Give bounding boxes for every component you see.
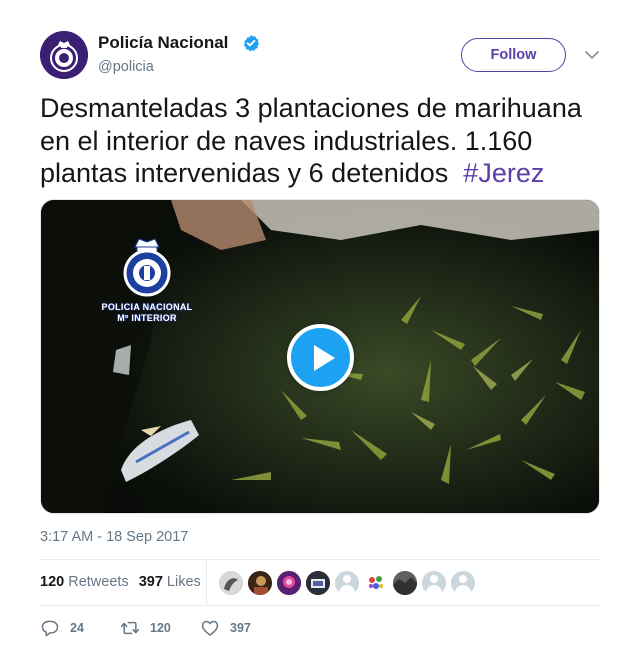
verified-badge-icon <box>243 35 260 52</box>
reply-count: 24 <box>70 621 84 635</box>
retweets-count: 120 <box>40 574 65 590</box>
author-avatar[interactable] <box>40 31 88 79</box>
like-count: 397 <box>230 621 251 635</box>
retweet-button[interactable]: 120 <box>120 617 171 639</box>
tweet-actions: 24 120 397 <box>40 617 600 639</box>
retweets-label: Retweets <box>68 574 129 590</box>
reply-icon <box>41 620 59 637</box>
chevron-down-icon[interactable] <box>583 48 601 62</box>
liker-avatar[interactable] <box>219 571 243 595</box>
retweets-stat[interactable]: 120 Retweets <box>40 574 129 590</box>
tweet-card: Policía Nacional @policia Follow Desmant… <box>0 0 640 668</box>
divider <box>40 605 600 606</box>
reply-button[interactable]: 24 <box>40 617 84 639</box>
likes-count: 397 <box>138 574 163 590</box>
liker-avatar-default[interactable] <box>422 571 446 595</box>
likes-stat[interactable]: 397 Likes <box>139 574 201 590</box>
hashtag-link[interactable]: #Jerez <box>463 158 544 188</box>
police-shield-logo-icon <box>40 31 88 79</box>
heart-icon <box>201 620 219 636</box>
watermark-line2: Mº INTERIOR <box>117 313 177 323</box>
author-handle[interactable]: @policia <box>98 59 154 75</box>
divider <box>40 559 600 560</box>
author-name[interactable]: Policía Nacional <box>98 33 228 53</box>
video-player[interactable]: POLICIA NACIONAL Mº INTERIOR <box>40 199 600 514</box>
retweet-count: 120 <box>150 621 171 635</box>
tweet-timestamp[interactable]: 3:17 AM - 18 Sep 2017 <box>40 529 188 545</box>
stats-separator <box>206 560 207 606</box>
like-button[interactable]: 397 <box>200 617 251 639</box>
liker-avatar[interactable] <box>393 571 417 595</box>
liker-avatar-default[interactable] <box>451 571 475 595</box>
play-button[interactable] <box>287 324 354 391</box>
liker-avatar[interactable] <box>364 571 388 595</box>
play-icon <box>314 345 335 371</box>
retweet-icon <box>120 621 140 635</box>
liker-avatar[interactable] <box>248 571 272 595</box>
follow-button[interactable]: Follow <box>461 38 566 72</box>
watermark-line1: POLICIA NACIONAL <box>101 302 193 312</box>
liker-avatar[interactable] <box>277 571 301 595</box>
tweet-text: Desmanteladas 3 plantaciones de marihuan… <box>40 92 610 190</box>
engagement-stats: 120 Retweets 397 Likes <box>40 574 201 590</box>
liker-avatar-default[interactable] <box>335 571 359 595</box>
liker-avatar[interactable] <box>306 571 330 595</box>
likes-label: Likes <box>166 574 201 590</box>
